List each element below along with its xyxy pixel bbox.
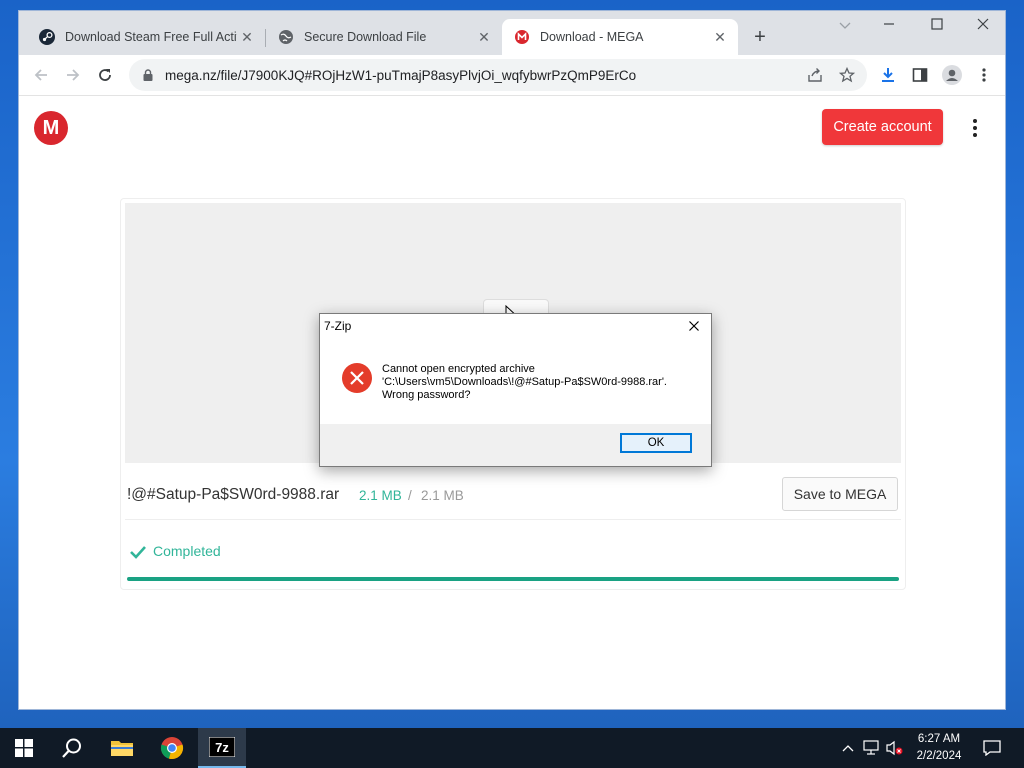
taskbar: 7z 6:27 AM 2/2/2024 <box>0 728 1024 768</box>
message-line: 'C:\Users\vm5\Downloads\!@#Satup-Pa$SW0r… <box>382 376 667 388</box>
window-close-icon[interactable] <box>963 17 1003 33</box>
url-text: mega.nz/file/J7900KJQ#ROjHzW1-puTmajP8as… <box>165 67 637 83</box>
message-line: Cannot open encrypted archive <box>382 363 535 375</box>
download-status: Completed <box>153 543 221 559</box>
profile-avatar-icon[interactable] <box>940 63 964 87</box>
checkmark-icon <box>129 545 147 564</box>
progress-fill <box>127 577 899 581</box>
mega-logo[interactable]: M <box>34 111 68 145</box>
clock-date: 2/2/2024 <box>916 750 962 762</box>
tab-title: Download - MEGA <box>540 30 644 44</box>
7zip-label: 7z <box>215 740 229 755</box>
tab-strip: Download Steam Free Full Activa ✕ Secure… <box>19 11 1005 55</box>
more-menu-icon[interactable] <box>967 116 983 140</box>
download-icon[interactable] <box>876 63 900 87</box>
maximize-icon[interactable] <box>917 17 957 33</box>
search-icon[interactable] <box>48 728 96 768</box>
chevron-up-icon[interactable] <box>838 738 858 758</box>
network-icon[interactable] <box>861 738 881 758</box>
file-name: !@#Satup-Pa$SW0rd-9988.rar <box>127 486 340 503</box>
dialog-close-icon[interactable] <box>685 317 703 335</box>
steam-icon <box>39 29 55 45</box>
back-icon[interactable] <box>29 63 53 87</box>
tab-title: Secure Download File <box>304 30 427 44</box>
total-size: 2.1 MB <box>421 488 464 503</box>
chrome-icon[interactable] <box>148 728 196 768</box>
downloaded-size: 2.1 MB <box>359 488 402 503</box>
address-bar[interactable]: mega.nz/file/J7900KJQ#ROjHzW1-puTmajP8as… <box>129 59 867 91</box>
dialog-title: 7-Zip <box>324 319 352 333</box>
new-tab-button[interactable]: + <box>749 27 771 47</box>
clock[interactable]: 6:27 AM 2/2/2024 <box>912 731 966 765</box>
minimize-icon[interactable] <box>869 17 909 33</box>
browser-toolbar: mega.nz/file/J7900KJQ#ROjHzW1-puTmajP8as… <box>19 55 1005 96</box>
lock-icon[interactable] <box>141 69 155 81</box>
browser-menu-icon[interactable] <box>972 63 996 87</box>
tab-secure-download[interactable]: Secure Download File ✕ <box>266 19 502 55</box>
tab-title: Download Steam Free Full Activa <box>65 30 237 44</box>
ok-button[interactable]: OK <box>620 433 692 453</box>
forward-icon[interactable] <box>61 63 85 87</box>
sevenzip-error-dialog: 7-Zip Cannot open encrypted archive 'C:\… <box>319 313 712 467</box>
reload-icon[interactable] <box>93 63 117 87</box>
volume-muted-icon[interactable] <box>884 738 904 758</box>
close-icon[interactable]: ✕ <box>474 29 494 46</box>
bookmark-star-icon[interactable] <box>835 63 859 87</box>
share-icon[interactable] <box>803 63 827 87</box>
dialog-footer: OK <box>320 424 711 466</box>
close-icon[interactable]: ✕ <box>237 29 257 46</box>
tab-search-icon[interactable] <box>825 17 865 33</box>
save-to-mega-button[interactable]: Save to MEGA <box>782 477 898 511</box>
notification-icon[interactable] <box>982 738 1002 758</box>
start-icon[interactable] <box>0 728 48 768</box>
create-account-button[interactable]: Create account <box>822 109 943 145</box>
message-line: Wrong password? <box>382 389 471 401</box>
close-icon[interactable]: ✕ <box>710 29 730 46</box>
error-icon <box>342 363 372 393</box>
tab-steam[interactable]: Download Steam Free Full Activa ✕ <box>27 19 265 55</box>
globe-icon <box>278 29 294 45</box>
side-panel-icon[interactable] <box>908 63 932 87</box>
dialog-message: Cannot open encrypted archive 'C:\Users\… <box>382 363 667 402</box>
file-explorer-icon[interactable] <box>98 728 146 768</box>
clock-time: 6:27 AM <box>917 733 961 745</box>
divider <box>125 519 901 520</box>
mega-icon <box>514 29 530 45</box>
tab-mega[interactable]: Download - MEGA ✕ <box>502 19 738 55</box>
7zip-icon[interactable]: 7z <box>198 728 246 768</box>
size-separator: / <box>408 488 412 503</box>
download-progress-bar <box>127 577 899 581</box>
